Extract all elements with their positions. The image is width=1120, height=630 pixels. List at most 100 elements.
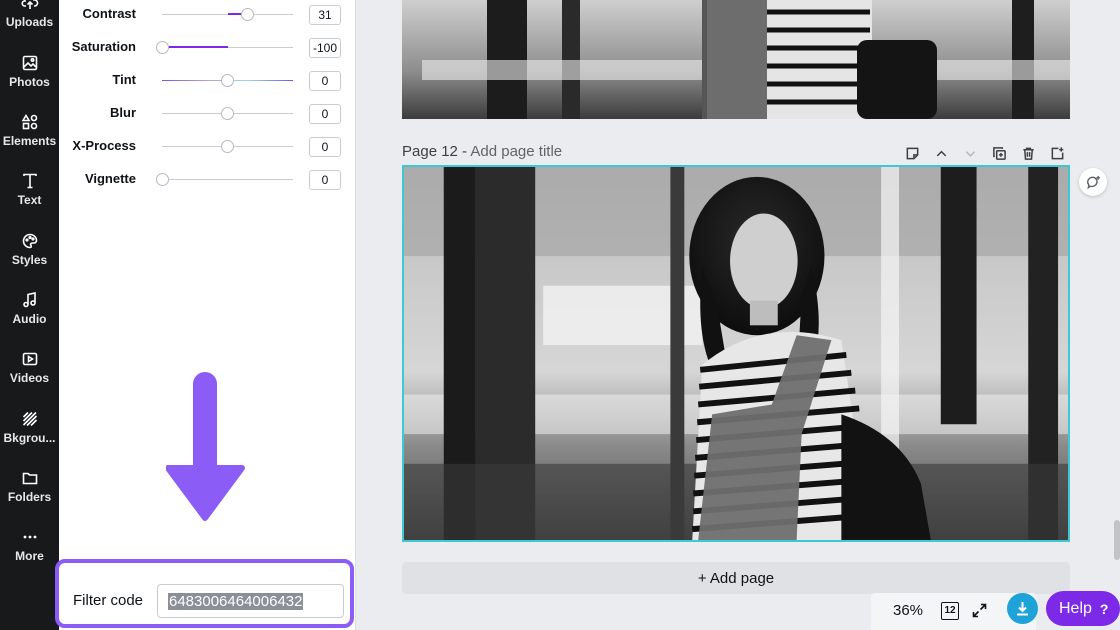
trash-icon [1022, 147, 1034, 160]
photo-image [402, 0, 1070, 119]
sidebar-item-label: Elements [2, 134, 57, 148]
move-page-up-button[interactable] [932, 145, 950, 161]
xprocess-row: X-Process 0 [59, 136, 356, 157]
sidebar-item-folders[interactable]: Folders [0, 469, 59, 525]
photo-icon [22, 55, 37, 71]
saturation-row: Saturation -100 [59, 37, 356, 58]
sidebar-item-label: Videos [9, 371, 50, 385]
help-label: Help [1059, 599, 1092, 617]
blur-slider[interactable] [162, 107, 293, 120]
page-title-input[interactable]: Add page title [470, 143, 562, 160]
duplicate-icon [992, 146, 1006, 160]
photo-image [404, 167, 1068, 540]
sidebar-item-more[interactable]: More [0, 528, 59, 584]
page-toolbar [903, 145, 1066, 161]
add-page-button[interactable]: + Add page [402, 562, 1070, 594]
sidebar-item-text[interactable]: Text [0, 172, 59, 228]
background-icon [22, 411, 37, 427]
page-count-button[interactable]: 12 [941, 602, 959, 620]
contrast-row: Contrast 31 [59, 4, 356, 25]
duplicate-page-button[interactable] [990, 145, 1008, 161]
filter-code-highlight: Filter code 6483006464006432 [55, 559, 354, 628]
canvas-workspace: Page 12 - Add page title + Add page 36% … [356, 0, 1120, 630]
sidebar-item-label: More [15, 549, 44, 563]
move-page-down-button[interactable] [961, 145, 979, 161]
download-button[interactable] [1007, 593, 1038, 624]
question-icon: ? [1099, 600, 1109, 617]
help-button[interactable]: Help ? [1046, 591, 1120, 626]
palette-icon [22, 233, 37, 249]
sidebar-item-audio[interactable]: Audio [0, 291, 59, 347]
sidebar-item-uploads[interactable]: Uploads [0, 0, 59, 50]
vignette-row: Vignette 0 [59, 169, 356, 190]
down-arrow-icon [166, 372, 245, 521]
expand-icon [972, 603, 987, 618]
text-icon [22, 173, 37, 189]
contrast-slider[interactable] [162, 8, 293, 21]
slider-handle[interactable] [155, 173, 169, 186]
sidebar-item-label: Uploads [5, 15, 54, 29]
tint-value-input[interactable]: 0 [309, 71, 341, 91]
left-rail: Uploads Photos Elements Text Styles Audi… [0, 0, 59, 630]
page-notes-button[interactable] [903, 145, 921, 161]
slider-label: Blur [110, 105, 136, 120]
zoom-level[interactable]: 36% [893, 602, 923, 619]
upload-icon [20, 0, 38, 9]
video-icon [22, 352, 37, 366]
sidebar-item-label: Photos [9, 75, 50, 89]
slider-handle[interactable] [221, 107, 234, 120]
sidebar-item-elements[interactable]: Elements [0, 113, 59, 169]
canvas-scrollbar[interactable] [1114, 0, 1120, 630]
sidebar-item-label: Folders [7, 490, 52, 504]
selected-page-canvas[interactable] [402, 165, 1070, 542]
tint-slider[interactable] [162, 74, 293, 87]
sidebar-item-label: Bkgrou... [3, 431, 56, 445]
slider-label: Contrast [82, 6, 136, 21]
sidebar-item-label: Text [17, 193, 42, 207]
filter-code-input[interactable]: 6483006464006432 [157, 584, 344, 618]
sidebar-item-background[interactable]: Bkgrou... [0, 410, 59, 466]
note-icon [906, 147, 918, 159]
saturation-value-input[interactable]: -100 [309, 38, 341, 58]
page-number-label: Page 12 - [402, 143, 468, 160]
sidebar-item-videos[interactable]: Videos [0, 350, 59, 406]
slider-fill [162, 46, 228, 48]
slider-label: Tint [112, 72, 136, 87]
chevron-down-icon [965, 150, 975, 157]
add-page-icon [1051, 146, 1063, 159]
delete-page-button[interactable] [1019, 145, 1037, 161]
blur-value-input[interactable]: 0 [309, 104, 341, 124]
comment-plus-icon [1086, 175, 1100, 189]
folder-icon [22, 472, 37, 485]
sidebar-item-photos[interactable]: Photos [0, 54, 59, 110]
sidebar-item-label: Audio [12, 312, 47, 326]
sidebar-item-styles[interactable]: Styles [0, 232, 59, 288]
slider-handle[interactable] [221, 74, 234, 87]
previous-page-canvas[interactable] [402, 0, 1070, 119]
more-icon [23, 535, 36, 539]
adjust-panel: Contrast 31 Saturation -100 Tint 0 Blur … [59, 0, 356, 630]
slider-handle[interactable] [221, 140, 234, 153]
add-comment-button[interactable] [1079, 168, 1107, 196]
slider-label: X-Process [72, 138, 136, 153]
xprocess-value-input[interactable]: 0 [309, 137, 341, 157]
add-page-after-button[interactable] [1048, 145, 1066, 161]
slider-label: Vignette [84, 171, 136, 186]
slider-handle[interactable] [155, 41, 169, 54]
contrast-value-input[interactable]: 31 [309, 5, 341, 25]
vignette-slider[interactable] [155, 173, 293, 186]
scrollbar-thumb[interactable] [1114, 520, 1120, 560]
slider-label: Saturation [71, 39, 136, 54]
sidebar-item-label: Styles [11, 253, 48, 267]
xprocess-slider[interactable] [162, 140, 293, 153]
saturation-slider[interactable] [155, 41, 293, 54]
tint-row: Tint 0 [59, 70, 356, 91]
slider-handle[interactable] [241, 8, 255, 21]
download-icon [1017, 602, 1028, 616]
fullscreen-button[interactable] [971, 602, 988, 624]
filter-code-label: Filter code [73, 592, 144, 609]
page-header: Page 12 - Add page title [402, 143, 562, 160]
chevron-up-icon [936, 150, 946, 156]
vignette-value-input[interactable]: 0 [309, 170, 341, 190]
shapes-icon [21, 113, 37, 130]
